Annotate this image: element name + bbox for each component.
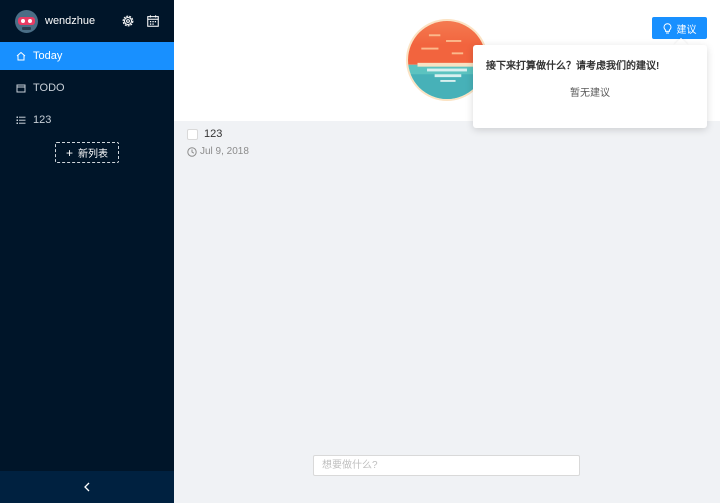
- popover-title: 接下来打算做什么？请考虑我们的建议!: [486, 61, 660, 72]
- todo-item: 123: [187, 128, 222, 140]
- collapse-sidebar-button[interactable]: [0, 471, 174, 503]
- avatar[interactable]: [15, 9, 38, 33]
- sidebar-item-123[interactable]: 123: [0, 106, 174, 134]
- suggest-button-label: 建议: [676, 24, 697, 36]
- user-row: wendzhue: [0, 0, 174, 42]
- todo-content: 123 Jul 9, 2018: [174, 121, 720, 503]
- new-list-button[interactable]: + 新列表: [55, 142, 119, 163]
- sidebar-item-todo[interactable]: TODO: [0, 74, 174, 102]
- todo-checkbox[interactable]: [187, 128, 198, 140]
- new-list-label: 新列表: [78, 149, 108, 160]
- username: wendzhue: [45, 15, 96, 27]
- clock-icon: [187, 146, 197, 157]
- plus-icon: +: [65, 145, 73, 160]
- sidebar-item-label: 123: [33, 114, 52, 126]
- home-icon: [16, 51, 26, 61]
- calendar-icon: [16, 84, 26, 93]
- gear-icon[interactable]: [121, 14, 135, 28]
- suggest-button[interactable]: 建议: [652, 17, 707, 39]
- suggest-popover: 接下来打算做什么？请考虑我们的建议! 暂无建议: [473, 45, 707, 128]
- sidebar-item-label: TODO: [33, 82, 65, 94]
- bulb-icon: [662, 22, 672, 33]
- list-icon: [16, 116, 26, 124]
- todo-date: Jul 9, 2018: [187, 146, 249, 157]
- popover-empty-text: 暂无建议: [570, 88, 610, 99]
- todo-date-text: Jul 9, 2018: [200, 146, 249, 157]
- new-todo-input[interactable]: [313, 455, 580, 476]
- todo-text[interactable]: 123: [204, 128, 222, 140]
- calendar-icon[interactable]: [146, 14, 160, 28]
- sidebar-item-today[interactable]: Today: [0, 42, 174, 70]
- chevron-left-icon: [84, 482, 90, 492]
- sidebar-item-label: Today: [33, 50, 63, 62]
- sidebar: wendzhue Today TODO 123 + 新列表: [0, 0, 174, 503]
